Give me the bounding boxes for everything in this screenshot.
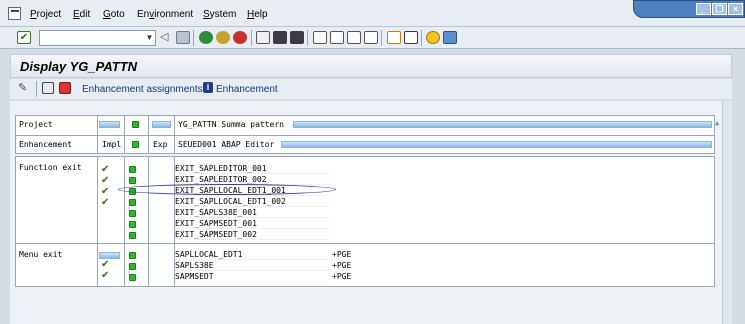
menu-exit-code[interactable]: +PGE — [332, 261, 432, 271]
layout-menu-icon[interactable] — [443, 31, 457, 44]
display-change-icon[interactable]: ✎ — [18, 82, 30, 94]
check-icon: ✔ — [101, 164, 110, 175]
shortcut-icon[interactable] — [404, 31, 418, 44]
menu-help[interactable]: Help — [247, 9, 268, 20]
exit-grid: Function exit ✔ ✔ ✔ ✔ EXIT_SAPLEDITOR_00… — [15, 156, 715, 287]
check-icon: ✔ — [101, 175, 110, 186]
chevron-down-icon[interactable]: ▼ — [145, 33, 154, 43]
status-active-icon — [129, 232, 136, 239]
standard-toolbar: ✔ ▼ ◁ — [0, 27, 745, 49]
row-divider — [16, 135, 714, 136]
create-session-icon[interactable] — [387, 31, 401, 44]
status-active-icon — [129, 252, 136, 259]
close-icon[interactable]: × — [728, 3, 743, 15]
help-icon[interactable] — [426, 31, 440, 44]
toolbar-divider — [421, 30, 422, 46]
enter-check-icon[interactable]: ✔ — [17, 31, 31, 44]
project-label: Project — [19, 120, 53, 129]
menu-exit-label: Menu exit — [19, 250, 63, 259]
last-page-icon[interactable] — [364, 31, 378, 44]
function-exit-item[interactable]: EXIT_SAPLEDITOR_001 — [175, 164, 330, 174]
toolbar-divider — [36, 81, 37, 97]
cancel-icon[interactable] — [233, 31, 247, 44]
command-field[interactable]: ▼ — [39, 30, 156, 46]
minimize-icon[interactable]: _ — [696, 3, 711, 15]
status-active-icon — [129, 177, 136, 184]
enhancement-label: Enhancement — [19, 140, 72, 149]
enhancement-assignments-button[interactable]: Enhancement assignments — [82, 84, 203, 95]
find-next-icon[interactable] — [290, 31, 304, 44]
function-exit-item[interactable]: EXIT_SAPMSEDT_001 — [175, 219, 330, 229]
menu-exit-code[interactable]: +PGE — [332, 272, 432, 282]
toolbar-divider — [251, 30, 252, 46]
project-header-bar — [99, 121, 120, 128]
column-divider — [148, 157, 149, 286]
check-icon: ✔ — [101, 186, 110, 197]
check-icon: ✔ — [101, 197, 110, 208]
project-header-bar — [293, 121, 712, 128]
restore-icon[interactable]: ❐ — [712, 3, 727, 15]
back-arrow-small-icon[interactable]: ◁ — [160, 31, 174, 44]
enhancement-button[interactable]: Enhancement — [216, 84, 278, 95]
function-exit-item[interactable]: EXIT_SAPLLOCAL_EDT1_002 — [175, 197, 330, 207]
project-value[interactable]: YG_PATTN Summa pattern — [178, 120, 284, 129]
menu-exit-program[interactable]: SAPLLOCAL_EDT1 — [175, 250, 330, 260]
sap-system-icon[interactable] — [8, 7, 21, 20]
status-active-icon — [132, 121, 139, 128]
row-divider — [16, 243, 714, 244]
status-active-icon — [132, 141, 139, 148]
vertical-scrollbar[interactable] — [722, 101, 732, 324]
first-page-icon[interactable] — [313, 31, 327, 44]
status-active-icon — [129, 221, 136, 228]
previous-page-icon[interactable] — [330, 31, 344, 44]
activate-icon[interactable] — [59, 82, 71, 94]
window-controls: _ ❐ × — [633, 0, 745, 18]
info-icon[interactable]: i — [203, 82, 213, 93]
toolbar-divider — [193, 30, 194, 46]
function-exit-item[interactable]: EXIT_SAPMSEDT_002 — [175, 230, 330, 240]
status-active-icon — [129, 263, 136, 270]
menu-exit-code[interactable]: +PGE — [332, 250, 432, 260]
back-icon[interactable] — [199, 31, 213, 44]
menu-project[interactable]: Project — [30, 9, 61, 20]
impl-label: Impl — [102, 140, 122, 149]
find-icon[interactable] — [273, 31, 287, 44]
exit-icon[interactable] — [216, 31, 230, 44]
header-grid: Project YG_PATTN Summa pattern ▲ Enhance… — [15, 115, 719, 154]
project-header-bar — [152, 121, 171, 128]
application-toolbar: ✎ Enhancement assignments i Enhancement — [10, 79, 732, 99]
check-icon: ✔ — [101, 270, 110, 281]
work-area: Project YG_PATTN Summa pattern ▲ Enhance… — [10, 101, 732, 324]
column-divider — [124, 157, 125, 286]
column-divider — [97, 157, 98, 286]
status-active-icon — [129, 274, 136, 281]
function-exit-item[interactable]: EXIT_SAPLS38E_001 — [175, 208, 330, 218]
status-active-icon — [129, 166, 136, 173]
menu-environment[interactable]: Environment — [137, 9, 193, 20]
menu-goto[interactable]: Goto — [103, 9, 125, 20]
status-active-icon — [129, 210, 136, 217]
enhancement-value[interactable]: SEUED001 ABAP Editor — [178, 140, 274, 149]
exp-label: Exp — [153, 140, 168, 149]
scroll-up-icon[interactable]: ▲ — [715, 119, 719, 127]
title-bar: Display YG_PATTN — [10, 54, 732, 78]
print-icon[interactable] — [256, 31, 270, 44]
menu-exit-program[interactable]: SAPMSEDT — [175, 272, 330, 282]
page-title: Display YG_PATTN — [20, 59, 138, 74]
menu-edit[interactable]: Edit — [73, 9, 90, 20]
toolbar-divider — [381, 30, 382, 46]
enhancement-header-bar — [281, 141, 712, 148]
menu-bar: Project Edit Goto Environment System Hel… — [0, 0, 745, 27]
menu-exit-header-bar — [99, 252, 120, 259]
status-active-icon — [129, 199, 136, 206]
next-page-icon[interactable] — [347, 31, 361, 44]
save-icon[interactable] — [176, 31, 190, 44]
menu-system[interactable]: System — [203, 9, 236, 20]
check-icon: ✔ — [101, 259, 110, 270]
check-icon[interactable] — [42, 82, 54, 94]
toolbar-divider — [307, 30, 308, 46]
menu-exit-program[interactable]: SAPLS38E — [175, 261, 330, 271]
highlight-annotation — [118, 184, 336, 195]
function-exit-label: Function exit — [19, 163, 82, 172]
